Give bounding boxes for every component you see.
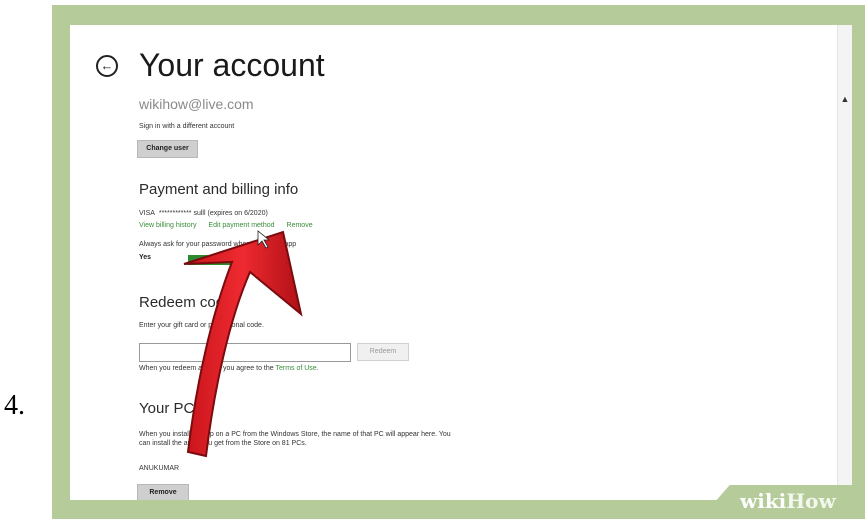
card-info: VISA ************ sulll (expires on 6/20… [139, 210, 268, 217]
back-arrow-icon[interactable]: ← [96, 55, 118, 77]
page-title: Your account [139, 47, 325, 83]
terms-line: When you redeem a code, you agree to the… [139, 365, 319, 372]
password-toggle[interactable] [188, 253, 246, 267]
card-brand: VISA [139, 210, 155, 217]
gift-card-instructions: Enter your gift card or promotional code… [139, 322, 264, 329]
always-ask-password-label: Always ask for your password when buying… [139, 241, 297, 248]
terms-of-use-link[interactable]: Terms of Use. [275, 365, 318, 372]
remove-payment-link[interactable]: Remove [287, 222, 313, 229]
pc-name: ANUKUMAR [139, 465, 180, 472]
toggle-knob[interactable] [238, 253, 246, 267]
redeem-code-input[interactable] [139, 343, 351, 362]
view-billing-history-link[interactable]: View billing history [139, 222, 196, 229]
pcs-description: When you install an app on a PC from the… [139, 431, 451, 447]
account-window: ← Your account wikihow@live.com Sign in … [70, 25, 852, 500]
card-number: ************ sulll [158, 210, 206, 217]
change-user-button[interactable]: Change user [137, 140, 198, 158]
card-expiry: (expires on 6/2020) [207, 210, 268, 217]
remove-pc-button[interactable]: Remove [137, 484, 189, 500]
wikihow-watermark: wikiHow [700, 467, 865, 519]
account-email: wikihow@live.com [139, 96, 254, 112]
edit-payment-method-link[interactable]: Edit payment method [208, 222, 274, 229]
pcs-section-title: Your PCs [139, 400, 202, 417]
toggle-state-label: Yes [139, 254, 152, 261]
sign-in-different-account: Sign in with a different account [139, 123, 235, 130]
payment-links: View billing history Edit payment method… [139, 222, 323, 229]
terms-prefix: When you redeem a code, you agree to the [139, 365, 276, 372]
scroll-up-icon[interactable]: ▲ [838, 93, 852, 105]
redeem-section-title: Redeem code [139, 294, 233, 311]
wikihow-logo: wikiHow [740, 489, 836, 513]
redeem-button[interactable]: Redeem [357, 343, 409, 361]
payment-section-title: Payment and billing info [139, 181, 299, 198]
step-number: 4. [4, 390, 25, 421]
